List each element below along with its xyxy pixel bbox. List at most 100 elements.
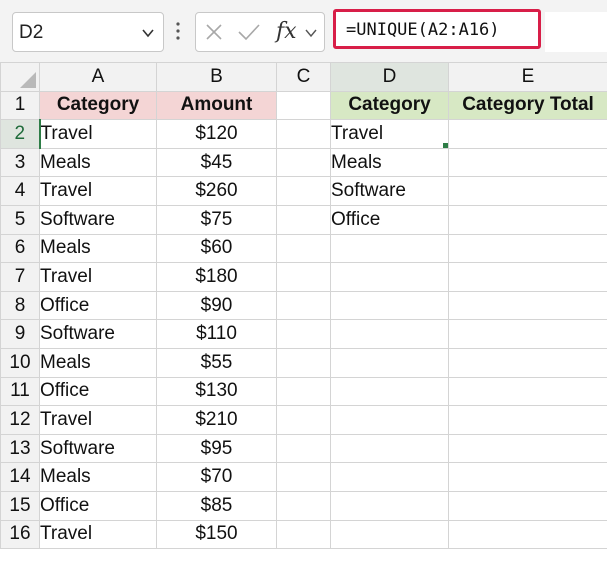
header-cell-category-total[interactable]: Category Total [448, 90, 607, 121]
empty-cell[interactable] [448, 319, 607, 349]
column-header-c[interactable]: C [276, 62, 331, 92]
empty-cell[interactable] [448, 433, 607, 464]
expand-chevron-icon[interactable] [304, 26, 318, 40]
category-cell[interactable]: Office [39, 490, 157, 521]
empty-cell[interactable] [330, 290, 449, 321]
empty-cell[interactable] [448, 147, 607, 178]
row-header[interactable]: 13 [0, 433, 40, 464]
amount-cell[interactable]: $120 [156, 119, 277, 149]
empty-cell[interactable] [276, 233, 331, 264]
row-header[interactable]: 1 [0, 90, 40, 121]
category-cell[interactable]: Software [39, 204, 157, 235]
category-cell[interactable]: Meals [39, 462, 157, 492]
amount-cell[interactable]: $150 [156, 519, 277, 550]
amount-cell[interactable]: $70 [156, 462, 277, 492]
empty-cell[interactable] [330, 519, 449, 550]
row-header[interactable]: 12 [0, 405, 40, 435]
amount-cell[interactable]: $90 [156, 290, 277, 321]
empty-cell[interactable] [448, 490, 607, 521]
category-cell[interactable]: Software [39, 319, 157, 349]
amount-cell[interactable]: $55 [156, 347, 277, 378]
empty-cell[interactable] [276, 147, 331, 178]
empty-cell[interactable] [276, 462, 331, 492]
row-header[interactable]: 16 [0, 519, 40, 550]
row-header[interactable]: 11 [0, 376, 40, 407]
category-cell[interactable]: Meals [39, 233, 157, 264]
insert-function-button[interactable]: fx [276, 19, 297, 44]
empty-cell[interactable] [276, 204, 331, 235]
empty-cell[interactable] [448, 519, 607, 550]
empty-cell[interactable] [276, 376, 331, 407]
category-cell[interactable]: Travel [39, 119, 157, 149]
amount-cell[interactable]: $60 [156, 233, 277, 264]
row-header[interactable]: 3 [0, 147, 40, 178]
chevron-down-icon[interactable] [141, 26, 155, 40]
empty-cell[interactable] [330, 405, 449, 435]
empty-cell[interactable] [448, 405, 607, 435]
fill-handle[interactable] [442, 141, 448, 148]
spill-cell[interactable]: Software [330, 176, 449, 206]
cell-c1[interactable] [276, 90, 331, 121]
column-header-a[interactable]: A [39, 62, 157, 92]
empty-cell[interactable] [276, 347, 331, 378]
category-cell[interactable]: Travel [39, 405, 157, 435]
amount-cell[interactable]: $95 [156, 433, 277, 464]
column-header-d[interactable]: D [330, 62, 449, 92]
empty-cell[interactable] [276, 319, 331, 349]
empty-cell[interactable] [330, 433, 449, 464]
empty-cell[interactable] [276, 519, 331, 550]
amount-cell[interactable]: $180 [156, 262, 277, 292]
spill-cell[interactable]: Office [330, 204, 449, 235]
category-cell[interactable]: Travel [39, 262, 157, 292]
empty-cell[interactable] [448, 204, 607, 235]
amount-cell[interactable]: $75 [156, 204, 277, 235]
category-cell[interactable]: Office [39, 376, 157, 407]
empty-cell[interactable] [330, 347, 449, 378]
empty-cell[interactable] [276, 290, 331, 321]
name-box[interactable]: D2 [12, 12, 164, 52]
empty-cell[interactable] [448, 233, 607, 264]
row-header[interactable]: 8 [0, 290, 40, 321]
amount-cell[interactable]: $85 [156, 490, 277, 521]
empty-cell[interactable] [330, 262, 449, 292]
empty-cell[interactable] [448, 119, 607, 149]
row-header[interactable]: 9 [0, 319, 40, 349]
column-header-b[interactable]: B [156, 62, 277, 92]
row-header[interactable]: 7 [0, 262, 40, 292]
row-header[interactable]: 15 [0, 490, 40, 521]
empty-cell[interactable] [276, 119, 331, 149]
spill-cell[interactable]: Meals [330, 147, 449, 178]
cancel-x-icon[interactable] [204, 22, 224, 42]
empty-cell[interactable] [330, 233, 449, 264]
empty-cell[interactable] [448, 462, 607, 492]
category-cell[interactable]: Travel [39, 176, 157, 206]
empty-cell[interactable] [276, 176, 331, 206]
amount-cell[interactable]: $260 [156, 176, 277, 206]
column-header-e[interactable]: E [448, 62, 607, 92]
empty-cell[interactable] [448, 290, 607, 321]
header-cell-unique-category[interactable]: Category [330, 90, 449, 121]
empty-cell[interactable] [448, 347, 607, 378]
category-cell[interactable]: Meals [39, 147, 157, 178]
checkmark-icon[interactable] [237, 22, 261, 42]
select-all-corner[interactable] [0, 62, 40, 92]
amount-cell[interactable]: $210 [156, 405, 277, 435]
empty-cell[interactable] [330, 376, 449, 407]
empty-cell[interactable] [448, 176, 607, 206]
empty-cell[interactable] [330, 319, 449, 349]
more-options-icon[interactable] [175, 18, 181, 44]
row-header[interactable]: 4 [0, 176, 40, 206]
row-header[interactable]: 6 [0, 233, 40, 264]
row-header[interactable]: 2 [0, 119, 41, 149]
empty-cell[interactable] [276, 405, 331, 435]
formula-bar-extension[interactable] [545, 12, 607, 52]
category-cell[interactable]: Software [39, 433, 157, 464]
category-cell[interactable]: Office [39, 290, 157, 321]
row-header[interactable]: 5 [0, 204, 40, 235]
header-cell-amount[interactable]: Amount [156, 90, 277, 121]
header-cell-category[interactable]: Category [39, 90, 157, 121]
empty-cell[interactable] [448, 376, 607, 407]
empty-cell[interactable] [448, 262, 607, 292]
empty-cell[interactable] [276, 490, 331, 521]
empty-cell[interactable] [330, 462, 449, 492]
